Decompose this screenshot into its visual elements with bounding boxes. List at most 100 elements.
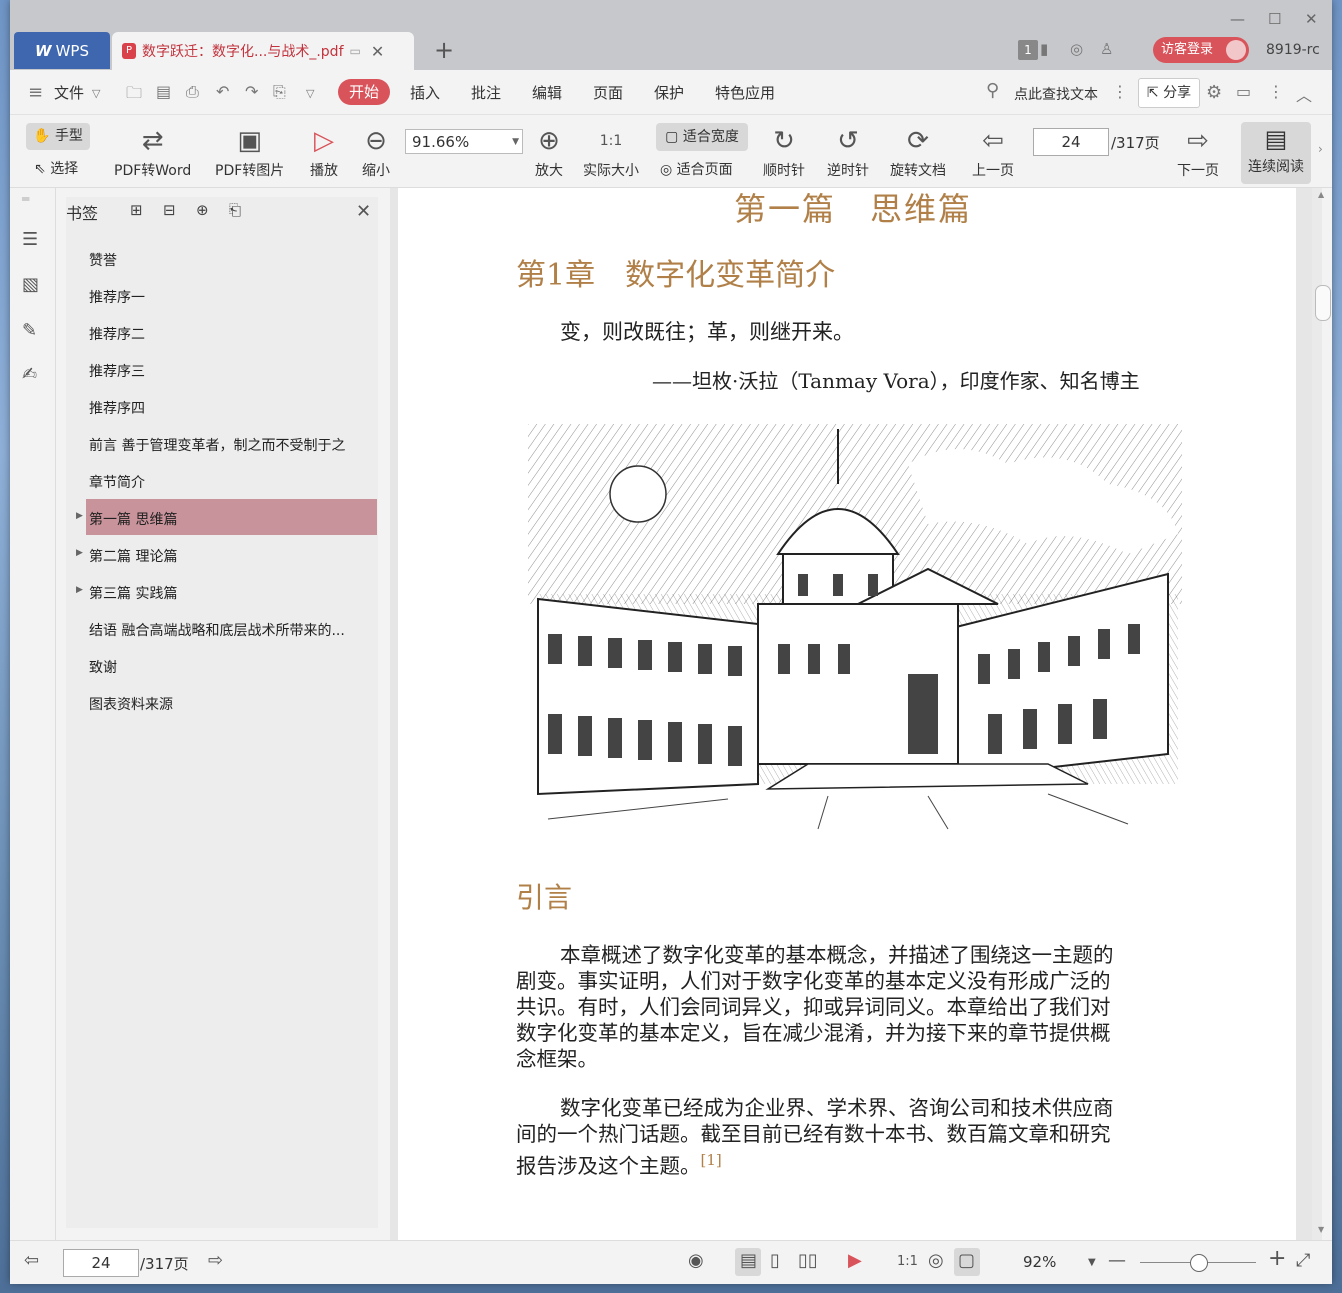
bookmark-item[interactable]: ▶ 第三篇 实践篇	[76, 583, 177, 603]
tab-insert[interactable]: 插入	[410, 82, 440, 103]
bookmark-item[interactable]: ▶ 第二篇 理论篇	[76, 546, 177, 566]
select-tool-button[interactable]: ⇖ 选择	[34, 158, 78, 178]
redo-icon[interactable]: ↷	[245, 82, 258, 101]
bookmark-item[interactable]: 图表资料来源	[89, 694, 173, 714]
bookmark-item[interactable]: 推荐序二	[89, 324, 145, 344]
scrollbar-thumb[interactable]	[1315, 285, 1331, 321]
bookmark-item[interactable]: 前言 善于管理变革者，制之而不受制于之	[89, 435, 345, 455]
rotate-doc-button[interactable]: ⟳ 旋转文档	[890, 125, 946, 180]
expand-triangle-icon[interactable]: ▶	[76, 585, 83, 595]
fit-page-icon[interactable]: ◎	[928, 1250, 944, 1271]
fit-width-button[interactable]: ▢ 适合宽度	[656, 123, 748, 151]
fullscreen-icon[interactable]: ⤢	[1296, 1250, 1310, 1271]
zoom-select[interactable]: 91.66% ▼	[405, 129, 523, 154]
prev-page-button[interactable]: ⇦ 上一页	[972, 125, 1014, 180]
rotate-cw-button[interactable]: ↻ 顺时针	[763, 125, 805, 180]
share-button[interactable]: ⇱ 分享	[1138, 78, 1200, 108]
bookmark-icon[interactable]: ⎗	[229, 201, 241, 219]
two-page-icon[interactable]: ▯▯	[798, 1250, 818, 1271]
shirt-icon[interactable]: ♙	[1100, 40, 1113, 58]
hand-tool-button[interactable]: ✋ 手型	[26, 123, 90, 150]
chevron-down-icon[interactable]: ▽	[92, 87, 100, 100]
wps-home-tab[interactable]: W WPS	[14, 32, 110, 69]
bookmark-item[interactable]: ▶ 第一篇 思维篇	[76, 509, 177, 529]
zoom-minus-icon[interactable]: —	[1108, 1250, 1126, 1271]
scroll-up-icon[interactable]: ▲	[1318, 190, 1324, 199]
zoom-slider-knob[interactable]	[1190, 1254, 1208, 1272]
footnote-reference[interactable]: [1]	[701, 1151, 722, 1169]
collapse-ribbon-icon[interactable]: ︿	[1296, 82, 1312, 106]
monitor-icon[interactable]: ▭	[350, 44, 361, 58]
tab-protect[interactable]: 保护	[654, 82, 684, 103]
tab-page[interactable]: 页面	[593, 82, 623, 103]
continuous-read-button[interactable]: ▤ 连续阅读	[1241, 122, 1311, 184]
pdf-to-image-button[interactable]: ▣ PDF转图片	[215, 125, 284, 180]
next-page-icon[interactable]: ⇨	[208, 1250, 223, 1271]
tab-edit[interactable]: 编辑	[532, 82, 562, 103]
gear-icon[interactable]: ⚙	[1206, 82, 1222, 103]
rotate-ccw-button[interactable]: ↺ 逆时针	[827, 125, 869, 180]
actual-size-button[interactable]: 1:1 实际大小	[583, 125, 639, 180]
prev-page-icon[interactable]: ⇦	[24, 1250, 39, 1271]
collapse-all-icon[interactable]: ⊟	[163, 201, 176, 219]
next-page-button[interactable]: ⇨ 下一页	[1177, 125, 1219, 180]
bookmark-item[interactable]: 章节简介	[89, 472, 145, 492]
zoom-plus-icon[interactable]: +	[1268, 1246, 1286, 1271]
fit-page-button[interactable]: ◎ 适合页面	[660, 159, 733, 179]
play-icon[interactable]: ▶	[848, 1250, 862, 1271]
tab-special[interactable]: 特色应用	[715, 82, 775, 103]
search-text-field[interactable]: 点此查找文本	[1014, 84, 1098, 104]
status-page-input[interactable]: 24	[63, 1249, 139, 1277]
bookmark-item[interactable]: 推荐序三	[89, 361, 145, 381]
search-icon[interactable]: ⚲	[986, 80, 999, 101]
actual-size-icon[interactable]: 1:1	[897, 1254, 918, 1269]
bookmark-item[interactable]: 推荐序一	[89, 287, 145, 307]
bookmark-item[interactable]: 结语 融合高端战略和底层战术所带来的...	[89, 620, 345, 640]
tab-annotate[interactable]: 批注	[471, 82, 501, 103]
bookmark-item[interactable]: 推荐序四	[89, 398, 145, 418]
tab-start[interactable]: 开始	[338, 79, 390, 105]
guest-login-button[interactable]: 访客登录	[1153, 37, 1249, 63]
maximize-icon[interactable]: ☐	[1268, 10, 1281, 28]
panel-icon[interactable]: ▮	[1040, 40, 1048, 58]
continuous-view-icon[interactable]: ▤	[740, 1250, 757, 1271]
comment-icon[interactable]: ▭	[1236, 82, 1251, 101]
more-dropdown-icon[interactable]: ▽	[306, 87, 314, 100]
more-menu-icon[interactable]: ⋮	[1268, 82, 1284, 101]
fit-width-icon[interactable]: ▢	[958, 1250, 975, 1271]
zoom-dropdown-icon[interactable]: ▼	[1088, 1257, 1096, 1268]
save-icon[interactable]: ▤	[156, 82, 171, 101]
print-icon[interactable]: ⎙	[186, 82, 199, 102]
bookmark-item[interactable]: 赞誉	[89, 250, 117, 270]
bookmark-list-icon[interactable]: ☰	[22, 229, 38, 250]
document-tab[interactable]: P 数字跃迁：数字化...与战术_.pdf ▭ ✕	[112, 32, 414, 70]
hamburger-icon[interactable]: ≡	[28, 82, 43, 103]
open-folder-icon[interactable]: 🗀	[126, 82, 142, 109]
ribbon-scroll-right-icon[interactable]: ›	[1318, 142, 1323, 156]
zoom-in-button[interactable]: ⊕ 放大	[535, 125, 563, 180]
undo-icon[interactable]: ↶	[216, 82, 229, 101]
expand-triangle-icon[interactable]: ▶	[76, 548, 83, 558]
new-tab-icon[interactable]: +	[434, 36, 454, 64]
expand-triangle-icon[interactable]: ▶	[76, 511, 83, 521]
page-number-input[interactable]: 24	[1033, 128, 1109, 156]
close-window-icon[interactable]: ✕	[1305, 10, 1318, 28]
zoom-percent[interactable]: 92%	[1023, 1253, 1056, 1271]
vertical-scrollbar[interactable]	[1312, 188, 1322, 1240]
play-button[interactable]: ▷ 播放	[310, 125, 338, 180]
pen-icon[interactable]: ✎	[22, 320, 37, 341]
expand-all-icon[interactable]: ⊞	[130, 201, 143, 219]
skin-icon[interactable]: ◎	[1070, 40, 1083, 58]
export-icon[interactable]: ⎘	[273, 82, 286, 102]
zoom-out-button[interactable]: ⊖ 缩小	[362, 125, 390, 180]
add-bookmark-icon[interactable]: ⊕	[196, 201, 209, 219]
minimize-icon[interactable]: —	[1230, 10, 1245, 28]
signature-icon[interactable]: ✍	[22, 364, 37, 385]
pdf-to-word-button[interactable]: ⇄ PDF转Word	[114, 125, 191, 180]
thumbnail-icon[interactable]: ▧	[22, 274, 39, 295]
single-page-icon[interactable]: ▯	[770, 1250, 780, 1271]
more-vertical-icon[interactable]: ⋮	[1112, 82, 1128, 101]
scroll-down-icon[interactable]: ▼	[1318, 1225, 1324, 1234]
bookmark-item[interactable]: 致谢	[89, 657, 117, 677]
close-panel-icon[interactable]: ✕	[356, 201, 371, 222]
